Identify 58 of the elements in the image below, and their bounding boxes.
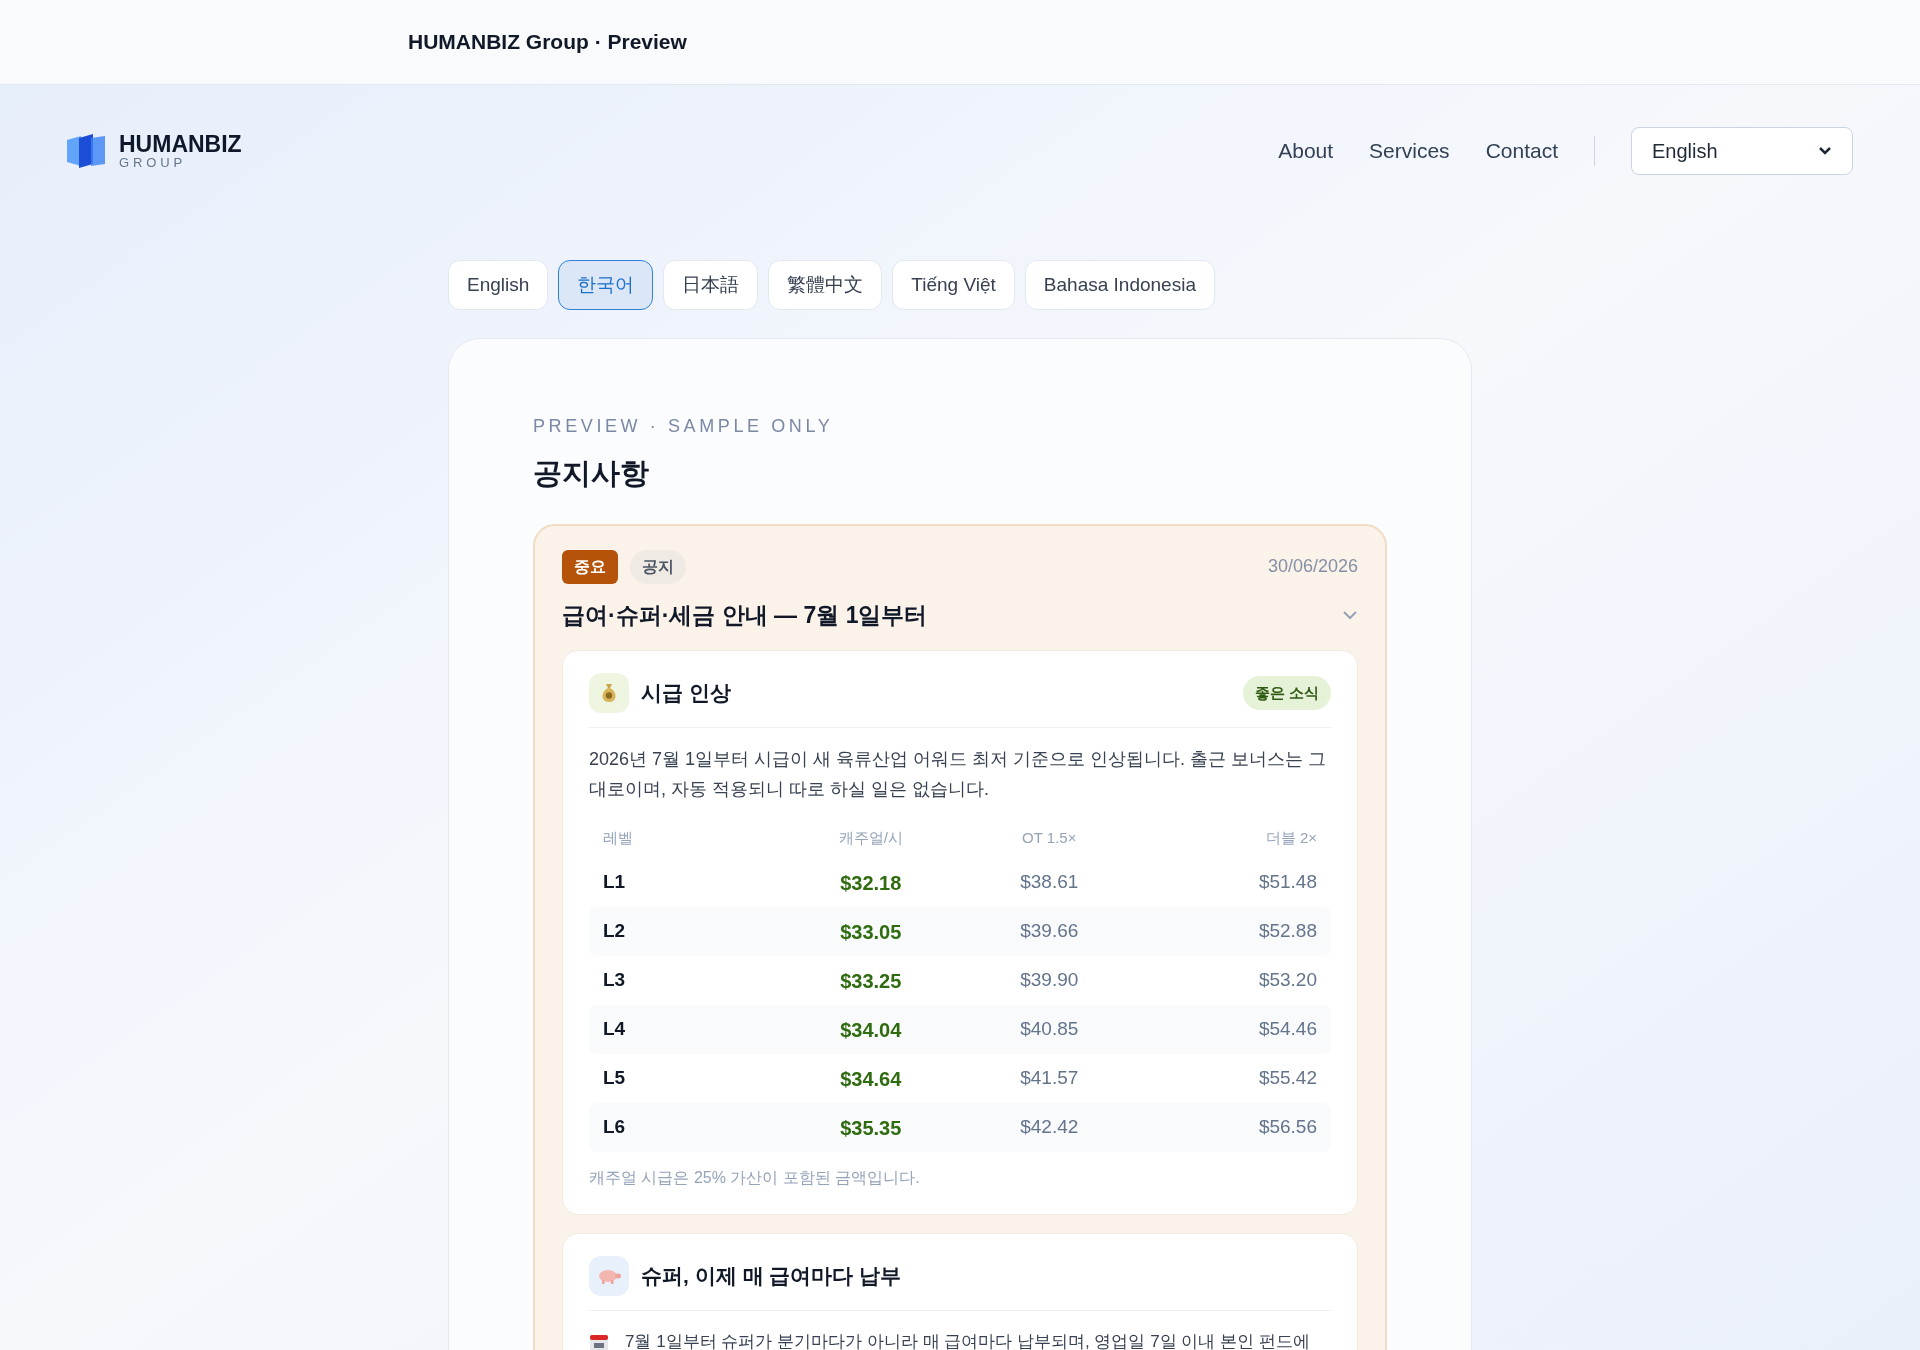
table-cell-text: $35.35 xyxy=(840,1115,902,1141)
page-heading: 공지사항 xyxy=(533,456,650,491)
window-title: HUMANBIZ Group · Preview xyxy=(408,29,687,56)
table-cell-text: $42.42 xyxy=(1020,1115,1079,1140)
table-cell-text: $33.05 xyxy=(840,919,902,945)
table-cell-text: $34.64 xyxy=(840,1066,902,1092)
table-cell-text: L5 xyxy=(603,1066,626,1091)
language-tab[interactable]: 한국어 xyxy=(558,260,654,310)
chevron-icon[interactable] xyxy=(1342,609,1358,620)
table-cell-text: $38.61 xyxy=(1020,870,1079,895)
column-header: 레벨 xyxy=(603,827,633,848)
eyebrow-text: PREVIEW · SAMPLE ONLY xyxy=(533,415,835,438)
logo-icon xyxy=(65,132,107,170)
nav-link[interactable]: Contact xyxy=(1485,135,1558,167)
table-cell-text: L3 xyxy=(603,968,626,993)
language-select[interactable]: English xyxy=(1631,127,1853,175)
section-text: 2026년 7월 1일부터 시급이 새 육류산업 어워드 최저 기준으로 인상됩니다. 출근 보너스는 그대로이며, 자동 적용되니 따로 하실 일은 없습니다. xyxy=(589,748,1328,801)
nav-link[interactable]: Services xyxy=(1369,135,1450,167)
table-cell-text: $32.18 xyxy=(840,870,902,896)
language-tab[interactable]: English xyxy=(448,260,549,310)
chevron-icon xyxy=(1818,146,1832,156)
section-title: 슈퍼, 이제 매 급여마다 납부 xyxy=(641,1263,903,1290)
footnote: 캐주얼 시급은 25% 가산이 포함된 금액입니다. xyxy=(589,1168,921,1188)
language-tab[interactable]: 日本語 xyxy=(663,260,759,310)
column-header: 더블 2× xyxy=(1265,827,1317,848)
column-header: 캐주얼/시 xyxy=(838,827,903,848)
table-cell-text: $39.90 xyxy=(1020,968,1079,993)
table-cell-text: $53.20 xyxy=(1258,968,1317,993)
table-cell-text: $39.66 xyxy=(1020,919,1079,944)
tag: 공지 xyxy=(630,549,686,584)
table-cell-text: $51.48 xyxy=(1258,870,1317,895)
good-news-badge: 좋은 소식 xyxy=(1242,676,1331,710)
section-text: 7월 1일부터 슈퍼가 분기마다가 아니라 매 급여마다 납부되며, 영업일 7일 이내 본인 펀드에 xyxy=(625,1331,1310,1350)
table-cell-text: $55.42 xyxy=(1258,1066,1317,1091)
column-header: OT 1.5× xyxy=(1022,827,1077,848)
logo-subtitle: GROUP xyxy=(119,156,188,169)
money-bag-icon xyxy=(589,673,629,713)
table-cell-text: $34.04 xyxy=(840,1017,902,1043)
table-cell-text: $40.85 xyxy=(1020,1017,1079,1042)
table-cell-text: $52.88 xyxy=(1258,919,1317,944)
table-cell-text: L4 xyxy=(603,1017,626,1042)
notice-title: 급여·슈퍼·세금 안내 — 7월 1일부터 xyxy=(562,600,929,630)
pig-icon xyxy=(589,1256,629,1296)
table-cell-text: $33.25 xyxy=(840,968,902,994)
table-cell-text: L2 xyxy=(603,919,626,944)
language-tab[interactable]: Tiếng Việt xyxy=(892,260,1015,310)
logo-name: HUMANBIZ xyxy=(119,133,242,156)
notice-date: 30/06/2026 xyxy=(1267,555,1358,578)
table-cell-text: L1 xyxy=(603,870,626,895)
tag: 중요 xyxy=(562,549,618,584)
language-tab[interactable]: 繁體中文 xyxy=(768,260,883,310)
table-cell-text: $56.56 xyxy=(1258,1115,1317,1140)
language-tab[interactable]: Bahasa Indonesia xyxy=(1024,260,1215,310)
nav-link[interactable]: About xyxy=(1278,135,1334,167)
table-cell-text: $54.46 xyxy=(1258,1017,1317,1042)
table-cell-text: L6 xyxy=(603,1115,626,1140)
section-title: 시급 인상 xyxy=(641,680,732,707)
table-cell-text: $41.57 xyxy=(1020,1066,1079,1091)
